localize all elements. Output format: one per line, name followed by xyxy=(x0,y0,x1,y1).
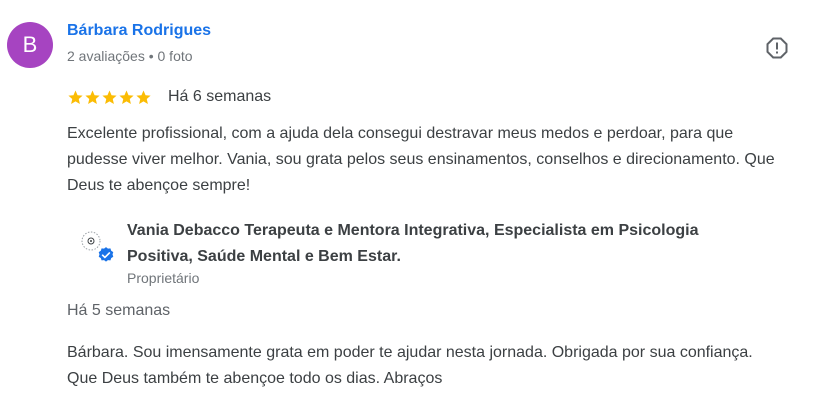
report-flag-icon xyxy=(766,37,788,59)
star-icon xyxy=(85,90,100,104)
reply-date: Há 5 semanas xyxy=(67,302,171,319)
star-icon xyxy=(68,90,83,104)
reply-text: Bárbara. Sou imensamente grata em poder … xyxy=(67,344,753,387)
star-icon xyxy=(119,90,134,104)
report-button[interactable] xyxy=(762,33,792,63)
owner-name[interactable]: Vania Debacco Terapeuta e Mentora Integr… xyxy=(127,218,767,270)
owner-role: Proprietário xyxy=(127,270,200,286)
reviewer-meta: 2 avaliações • 0 foto xyxy=(67,48,193,64)
verified-check-icon xyxy=(97,246,115,264)
review-date: Há 6 semanas xyxy=(168,88,272,105)
star-icon xyxy=(102,90,117,104)
review-card: B Bárbara Rodrigues 2 avaliações • 0 fot… xyxy=(0,0,827,400)
star-rating xyxy=(67,89,152,106)
review-text: Excelente profissional, com a ajuda dela… xyxy=(67,125,775,194)
star-icon xyxy=(136,90,151,104)
avatar[interactable]: B xyxy=(7,22,53,68)
reviewer-name[interactable]: Bárbara Rodrigues xyxy=(67,22,211,40)
rating-row: Há 6 semanas xyxy=(67,86,271,108)
